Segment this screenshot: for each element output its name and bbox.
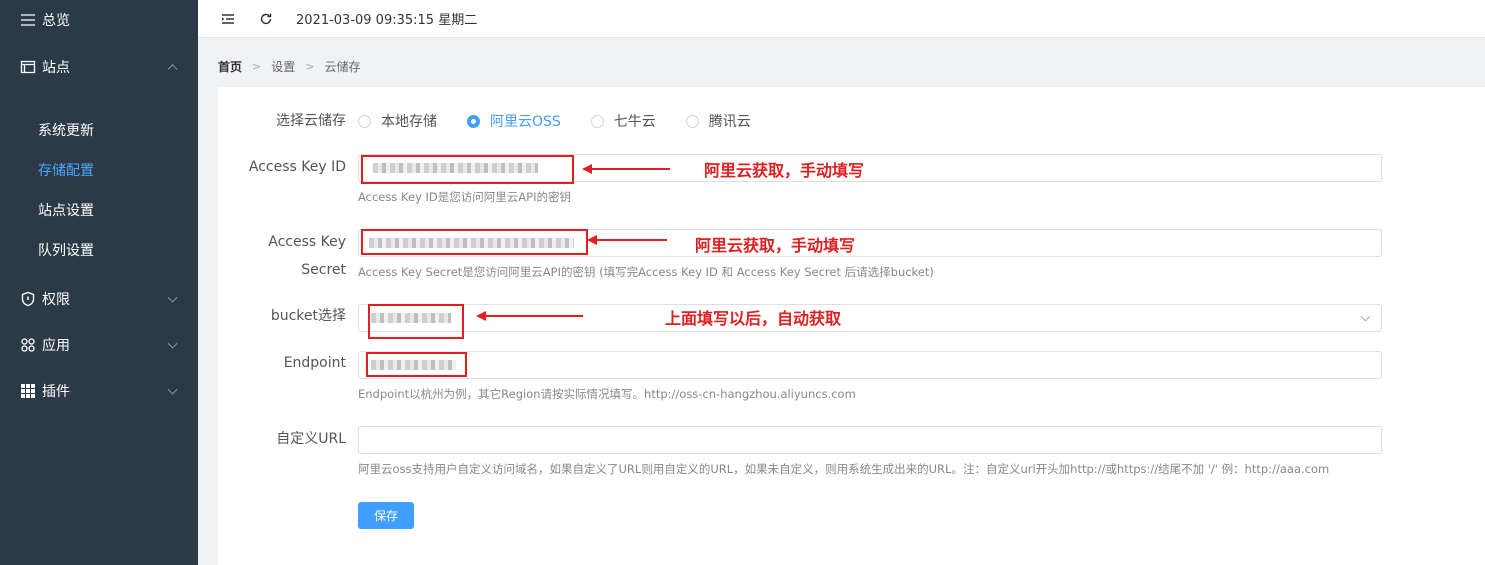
bucket-select-label: bucket选择 xyxy=(270,308,346,324)
annotation-arrow-1 xyxy=(582,164,670,174)
storage-config-card: 选择云储存 本地存储 阿里云OSS 七牛云 腾讯云 Access Key ID … xyxy=(218,87,1485,565)
site-submenu: 系统更新 存储配置 站点设置 队列设置 xyxy=(0,94,198,276)
annotation-box-1 xyxy=(361,155,574,184)
custom-url-input[interactable] xyxy=(358,426,1382,454)
nav-overview-label: 总览 xyxy=(42,13,70,29)
nav-group-apps-label: 应用 xyxy=(42,338,70,354)
nav-group-site-label: 站点 xyxy=(42,60,70,76)
radio-qiniu-label: 七牛云 xyxy=(613,114,656,130)
annotation-box-3 xyxy=(368,304,464,339)
annotation-box-4 xyxy=(366,352,467,377)
nav-group-permission-label: 权限 xyxy=(42,292,70,308)
breadcrumb-settings[interactable]: 设置 xyxy=(271,58,295,75)
access-key-id-label: Access Key ID xyxy=(248,159,346,175)
radio-tencent-label: 腾讯云 xyxy=(708,114,751,130)
radio-indicator xyxy=(590,114,604,128)
endpoint-help: Endpoint以杭州为例，其它Region请按实际情况填写。http://os… xyxy=(358,387,856,401)
grid-icon xyxy=(20,383,36,399)
annotation-arrow-3 xyxy=(476,311,583,321)
collapse-menu-icon[interactable] xyxy=(220,11,236,27)
sidebar-item-site-settings[interactable]: 站点设置 xyxy=(0,190,198,230)
breadcrumb: 首页 > 设置 > 云储存 xyxy=(218,58,360,74)
shield-icon xyxy=(20,291,36,307)
nav-overview[interactable]: 总览 xyxy=(0,0,198,40)
radio-indicator xyxy=(467,114,480,128)
nav-group-permission[interactable]: 权限 xyxy=(0,276,198,322)
sidebar-item-system-update[interactable]: 系统更新 xyxy=(0,110,198,150)
storage-radio-group: 本地存储 阿里云OSS 七牛云 腾讯云 xyxy=(358,111,781,131)
sidebar-item-queue-settings[interactable]: 队列设置 xyxy=(0,230,198,270)
apps-icon xyxy=(20,337,36,353)
endpoint-label: Endpoint xyxy=(283,355,346,371)
chevron-up-icon xyxy=(167,64,178,75)
access-key-id-help: Access Key ID是您访问阿里云API的密钥 xyxy=(358,190,571,204)
nav-group-plugins[interactable]: 插件 xyxy=(0,368,198,414)
access-key-secret-help: Access Key Secret是您访问阿里云API的密钥 (填写完Acces… xyxy=(358,265,934,279)
menu-icon xyxy=(20,12,36,28)
radio-tencent[interactable]: 腾讯云 xyxy=(685,111,751,131)
radio-qiniu[interactable]: 七牛云 xyxy=(590,111,656,131)
save-button[interactable]: 保存 xyxy=(358,502,414,529)
nav-group-apps[interactable]: 应用 xyxy=(0,322,198,368)
chevron-down-icon xyxy=(167,292,178,303)
breadcrumb-cloud-storage: 云储存 xyxy=(324,59,361,74)
radio-indicator xyxy=(685,114,699,128)
chevron-right-icon: > xyxy=(305,59,315,73)
sidebar-item-storage-config[interactable]: 存储配置 xyxy=(0,150,198,190)
radio-local-storage[interactable]: 本地存储 xyxy=(358,111,437,131)
window-icon xyxy=(20,59,36,75)
access-key-secret-label-line1: Access Key xyxy=(268,234,346,250)
nav-group-site[interactable]: 站点 xyxy=(0,40,198,94)
chevron-down-icon xyxy=(167,384,178,395)
nav-group-plugins-label: 插件 xyxy=(42,384,70,400)
endpoint-input[interactable] xyxy=(358,351,1382,379)
custom-url-help: 阿里云oss支持用户自定义访问域名，如果自定义了URL则用自定义的URL，如果未… xyxy=(358,462,1330,476)
radio-aliyun-oss[interactable]: 阿里云OSS xyxy=(467,111,561,131)
breadcrumb-home[interactable]: 首页 xyxy=(218,58,242,75)
radio-aliyun-oss-label: 阿里云OSS xyxy=(490,114,561,130)
annotation-note-3: 上面填写以后，自动获取 xyxy=(665,309,842,328)
bucket-select[interactable] xyxy=(358,304,1382,332)
custom-url-label: 自定义URL xyxy=(276,431,346,447)
top-header: 2021-03-09 09:35:15 星期二 xyxy=(198,0,1485,38)
radio-indicator xyxy=(358,114,371,128)
annotation-box-2 xyxy=(361,229,588,255)
header-datetime: 2021-03-09 09:35:15 星期二 xyxy=(296,13,478,28)
annotation-arrow-2 xyxy=(587,235,667,245)
chevron-right-icon: > xyxy=(252,59,262,73)
annotation-note-1: 阿里云获取，手动填写 xyxy=(704,161,865,180)
chevron-down-icon xyxy=(167,338,178,349)
refresh-icon[interactable] xyxy=(258,11,274,27)
radio-local-storage-label: 本地存储 xyxy=(381,114,437,130)
access-key-secret-label-line2: Secret xyxy=(301,262,346,278)
sidebar: 总览 站点 系统更新 存储配置 站点设置 队列设置 权限 应用 插件 xyxy=(0,0,198,565)
chevron-down-icon xyxy=(1360,311,1371,322)
annotation-note-2: 阿里云获取，手动填写 xyxy=(695,236,856,255)
storage-select-label: 选择云储存 xyxy=(276,113,346,129)
